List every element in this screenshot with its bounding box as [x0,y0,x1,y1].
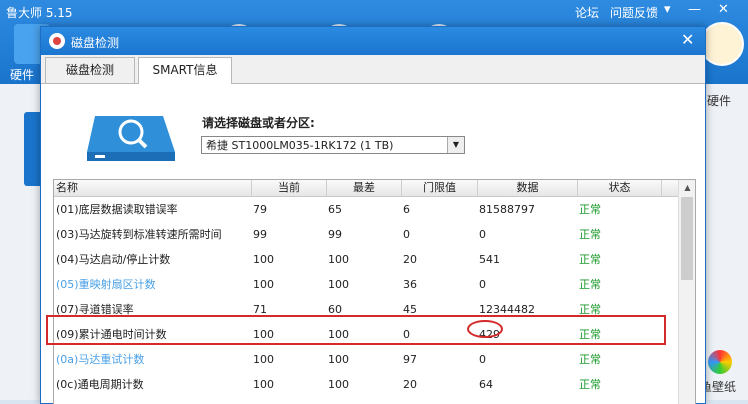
chevron-down-icon[interactable]: ▼ [447,137,464,153]
scroll-up-icon[interactable]: ▲ [679,180,695,196]
tab-bar: 磁盘检测 SMART信息 [41,55,705,85]
dialog-title: 磁盘检测 [71,36,120,50]
row-worst: 99 [328,228,342,241]
row-current: 100 [253,253,274,266]
row-threshold: 6 [403,203,410,216]
row-current: 100 [253,278,274,291]
smart-panel: 请选择磁盘或者分区: 希捷 ST1000LM035-1RK172 (1 TB) … [41,84,705,404]
column-header-threshold[interactable]: 门限值 [402,180,478,196]
smart-table: 名称 当前 最差 门限值 数据 状态 (01)底层数据读取错误率 79 65 6… [53,179,696,404]
row-name: (01)底层数据读取错误率 [56,203,178,216]
row-name: (09)累计通电时间计数 [56,328,167,341]
row-status: 正常 [579,203,601,216]
forum-link[interactable]: 论坛 [575,4,599,21]
table-row[interactable]: (09)累计通电时间计数 100 100 0 429 正常 [54,322,678,347]
table-row[interactable]: (0c)通电周期计数 100 100 20 64 正常 [54,372,678,397]
wallpaper-icon[interactable] [708,350,732,374]
close-app-icon[interactable]: ✕ [718,2,729,17]
menu-icon[interactable]: ▾ [664,2,671,17]
row-threshold: 0 [403,328,410,341]
row-threshold: 20 [403,378,417,391]
hard-disk-icon [87,116,175,161]
table-header: 名称 当前 最差 门限值 数据 状态 [54,180,678,197]
row-status: 正常 [579,303,601,316]
row-worst: 100 [328,253,349,266]
row-threshold: 45 [403,303,417,316]
row-data: 541 [479,253,500,266]
disk-check-logo-icon [49,33,65,49]
table-row[interactable]: (07)寻道错误率 71 60 45 12344482 正常 [54,297,678,322]
row-name: (07)寻道错误率 [56,303,134,316]
column-header-worst[interactable]: 最差 [327,180,402,196]
vertical-scrollbar[interactable]: ▲ [678,180,695,404]
row-threshold: 0 [403,228,410,241]
row-data: 0 [479,228,486,241]
row-worst: 65 [328,203,342,216]
right-hardware-label: 硬件 [707,94,732,108]
row-worst: 60 [328,303,342,316]
row-threshold: 20 [403,253,417,266]
row-name: (0a)马达重试计数 [56,353,145,366]
tab-disk-check[interactable]: 磁盘检测 [45,57,135,83]
row-status: 正常 [579,278,601,291]
table-row[interactable]: (0a)马达重试计数 100 100 97 0 正常 [54,347,678,372]
row-status: 正常 [579,378,601,391]
row-current: 100 [253,353,274,366]
row-status: 正常 [579,228,601,241]
disk-select-value: 希捷 ST1000LM035-1RK172 (1 TB) [206,139,394,152]
row-name: (04)马达启动/停止计数 [56,253,171,266]
row-current: 100 [253,378,274,391]
row-status: 正常 [579,353,601,366]
row-status: 正常 [579,253,601,266]
row-data: 64 [479,378,493,391]
table-row[interactable]: (05)重映射扇区计数 100 100 36 0 正常 [54,272,678,297]
row-current: 71 [253,303,267,316]
row-threshold: 36 [403,278,417,291]
row-current: 79 [253,203,267,216]
column-header-current[interactable]: 当前 [252,180,327,196]
disk-select-dropdown[interactable]: 希捷 ST1000LM035-1RK172 (1 TB) ▼ [201,136,465,154]
row-data: 12344482 [479,303,535,316]
feedback-link[interactable]: 问题反馈 [610,4,658,21]
table-row[interactable]: (03)马达旋转到标准转速所需时间 99 99 0 0 正常 [54,222,678,247]
row-worst: 100 [328,378,349,391]
row-worst: 100 [328,353,349,366]
column-header-data[interactable]: 数据 [478,180,578,196]
row-current: 100 [253,328,274,341]
row-data: 81588797 [479,203,535,216]
row-status: 正常 [579,328,601,341]
column-header-status[interactable]: 状态 [578,180,662,196]
row-name: (0c)通电周期计数 [56,378,144,391]
scrollbar-thumb[interactable] [681,197,693,280]
table-row[interactable]: (04)马达启动/停止计数 100 100 20 541 正常 [54,247,678,272]
row-threshold: 97 [403,353,417,366]
row-worst: 100 [328,278,349,291]
table-row[interactable]: (01)底层数据读取错误率 79 65 6 81588797 正常 [54,197,678,222]
row-data: 0 [479,278,486,291]
hardware-label: 硬件 [10,68,35,82]
app-title: 鲁大师 5.15 [6,6,73,20]
row-worst: 100 [328,328,349,341]
disk-check-dialog: 磁盘检测 ✕ 磁盘检测 SMART信息 请选择磁盘或者分区: 希捷 ST1000… [40,26,706,404]
row-name: (03)马达旋转到标准转速所需时间 [56,228,222,241]
row-data: 0 [479,353,486,366]
mascot-avatar-icon [700,22,744,66]
column-header-name[interactable]: 名称 [54,180,252,196]
dialog-close-button[interactable]: ✕ [681,30,694,49]
dialog-titlebar[interactable]: 磁盘检测 ✕ [41,27,705,55]
disk-select-label: 请选择磁盘或者分区: [202,116,315,130]
row-current: 99 [253,228,267,241]
row-name: (05)重映射扇区计数 [56,278,156,291]
tab-smart-info[interactable]: SMART信息 [138,57,232,85]
minimize-icon[interactable]: — [688,2,701,17]
row-data: 429 [479,328,500,341]
